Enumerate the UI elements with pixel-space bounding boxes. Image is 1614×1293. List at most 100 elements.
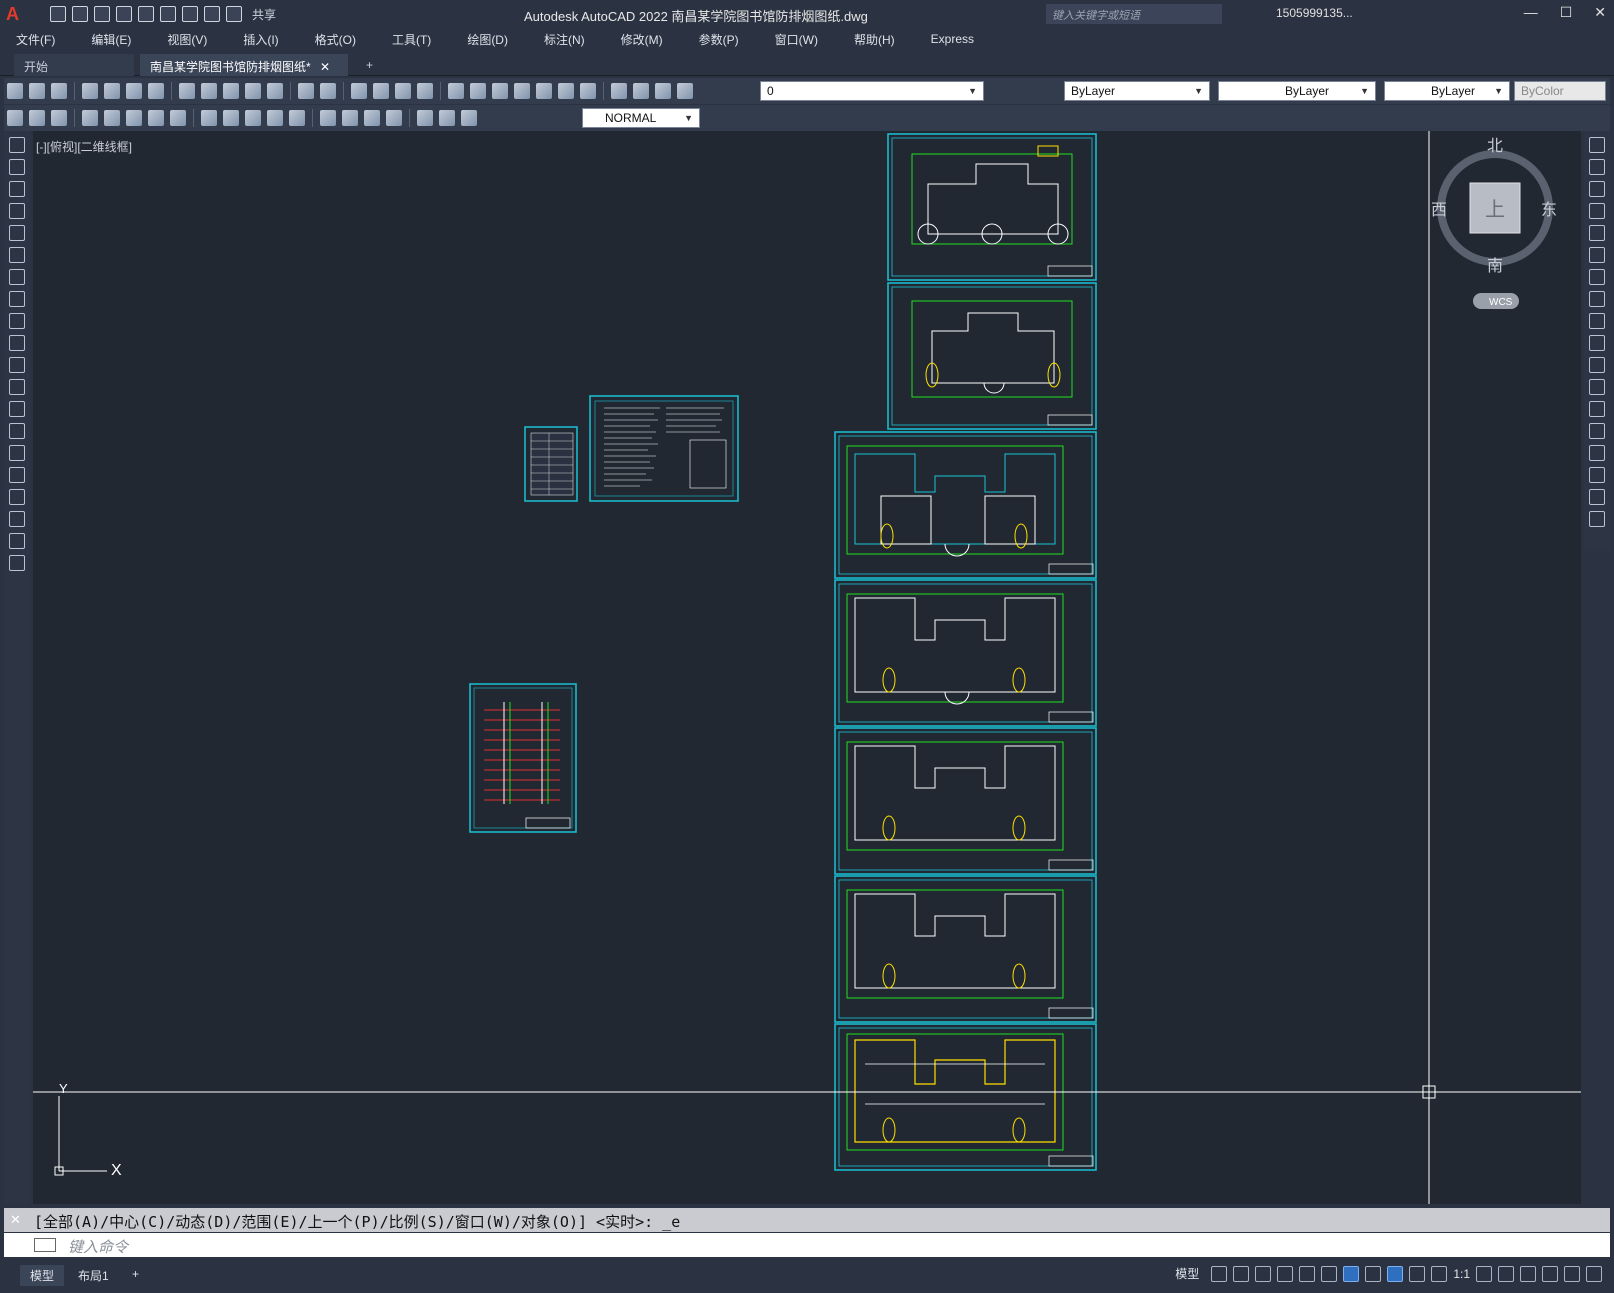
wrench-icon[interactable]: ⚙: [10, 1238, 21, 1252]
layer-dropdown[interactable]: 0 ▼: [760, 81, 984, 101]
sheet-2[interactable]: [887, 282, 1097, 430]
sheet-1[interactable]: [887, 133, 1097, 281]
new-icon[interactable]: [50, 6, 66, 22]
copy-icon[interactable]: [1589, 159, 1605, 175]
extend-icon[interactable]: [1589, 357, 1605, 373]
compass-east[interactable]: 东: [1541, 200, 1557, 219]
line-icon[interactable]: [9, 137, 25, 153]
search-input[interactable]: 键入关键字或短语: [1046, 4, 1222, 24]
make-block-icon[interactable]: [9, 401, 25, 417]
copy-icon[interactable]: [201, 83, 217, 99]
menu-express[interactable]: Express: [913, 32, 992, 46]
save-icon[interactable]: [51, 83, 67, 99]
sheet-set-icon[interactable]: [514, 83, 530, 99]
cut-icon[interactable]: [179, 83, 195, 99]
rotate-icon[interactable]: [1589, 269, 1605, 285]
hardware-acceleration-icon[interactable]: [1520, 1265, 1536, 1282]
open-icon[interactable]: [72, 6, 88, 22]
gear-icon[interactable]: [1476, 1265, 1492, 1282]
dim-linear-icon[interactable]: [7, 110, 23, 126]
menu-edit[interactable]: 编辑(E): [73, 31, 149, 48]
plot-icon[interactable]: [82, 83, 98, 99]
customization-menu-icon[interactable]: [1586, 1265, 1602, 1282]
auto-scale-icon[interactable]: [1409, 1265, 1426, 1282]
lightbulb-icon[interactable]: [633, 83, 649, 99]
save-as-icon[interactable]: [116, 6, 132, 22]
annotation-scale-icon[interactable]: [1431, 1265, 1448, 1282]
circle-icon[interactable]: [9, 269, 25, 285]
snap-icon[interactable]: [1233, 1265, 1250, 1282]
move-icon[interactable]: [1589, 247, 1605, 263]
dim-continue-icon[interactable]: [245, 110, 261, 126]
lineweight-icon[interactable]: [1365, 1265, 1382, 1282]
menu-view[interactable]: 视图(V): [149, 31, 225, 48]
pan-icon[interactable]: [351, 83, 367, 99]
paste-icon[interactable]: [223, 83, 239, 99]
new-tab-button[interactable]: +: [356, 54, 382, 76]
legend-sheet[interactable]: [524, 426, 578, 502]
notes-sheet[interactable]: [589, 395, 739, 502]
dim-ordinate-icon[interactable]: [82, 110, 98, 126]
break-at-point-icon[interactable]: [1589, 379, 1605, 395]
stretch-icon[interactable]: [1589, 313, 1605, 329]
menu-parametric[interactable]: 参数(P): [681, 31, 757, 48]
dim-diameter-icon[interactable]: [148, 110, 164, 126]
annotation-visibility-icon[interactable]: [1387, 1265, 1404, 1282]
lineweight-dropdown[interactable]: ByLayer ▼: [1384, 81, 1510, 101]
block-editor-icon[interactable]: [267, 83, 283, 99]
menu-modify[interactable]: 修改(M): [603, 31, 681, 48]
dim-baseline-icon[interactable]: [223, 110, 239, 126]
match-properties-icon[interactable]: [245, 83, 261, 99]
maximize-icon[interactable]: ☐: [1560, 4, 1573, 21]
zoom-window-icon[interactable]: [395, 83, 411, 99]
close-icon[interactable]: ✕: [1594, 4, 1606, 21]
tab-start[interactable]: 开始: [14, 54, 134, 76]
sheet-3[interactable]: [834, 431, 1097, 579]
revision-cloud-icon[interactable]: [9, 291, 25, 307]
offset-icon[interactable]: [1589, 203, 1605, 219]
open-icon[interactable]: [29, 83, 45, 99]
menu-insert[interactable]: 插入(I): [225, 31, 296, 48]
calculator-icon[interactable]: [558, 83, 574, 99]
markup-icon[interactable]: [536, 83, 552, 99]
add-selected-icon[interactable]: [9, 555, 25, 571]
object-snap-icon[interactable]: [1343, 1265, 1360, 1282]
dim-space-icon[interactable]: [267, 110, 283, 126]
dim-break-icon[interactable]: [289, 110, 305, 126]
menu-dimension[interactable]: 标注(N): [526, 31, 603, 48]
point-icon[interactable]: [9, 423, 25, 439]
3d-print-icon[interactable]: [148, 83, 164, 99]
array-icon[interactable]: [1589, 225, 1605, 241]
drawing-canvas[interactable]: Y X 上 北 南 东 西 WCS: [33, 131, 1581, 1204]
ortho-icon[interactable]: [1255, 1265, 1272, 1282]
tool-palettes-icon[interactable]: [492, 83, 508, 99]
isodraft-icon[interactable]: [1299, 1265, 1316, 1282]
dim-edit-icon[interactable]: [417, 110, 433, 126]
erase-icon[interactable]: [1589, 137, 1605, 153]
tab-drawing[interactable]: 南昌某学院图书馆防排烟图纸* ✕: [140, 54, 348, 76]
sheet-4[interactable]: [834, 579, 1097, 727]
polygon-icon[interactable]: [9, 203, 25, 219]
center-mark-icon[interactable]: [342, 110, 358, 126]
viewcube-face-label[interactable]: 上: [1485, 197, 1505, 221]
dim-text-edit-icon[interactable]: [439, 110, 455, 126]
sheet-7[interactable]: [834, 1023, 1097, 1171]
recent-commands-icon[interactable]: [34, 1238, 56, 1252]
layer-properties-icon[interactable]: [611, 83, 627, 99]
trim-icon[interactable]: [1589, 335, 1605, 351]
redo-icon[interactable]: [226, 6, 242, 22]
menu-draw[interactable]: 绘图(D): [449, 31, 526, 48]
polar-icon[interactable]: [1277, 1265, 1294, 1282]
table-icon[interactable]: [9, 511, 25, 527]
quick-dim-icon[interactable]: [201, 110, 217, 126]
undo-icon[interactable]: [204, 6, 220, 22]
gradient-icon[interactable]: [9, 467, 25, 483]
riser-diagram-sheet[interactable]: [469, 683, 577, 833]
dim-aligned-icon[interactable]: [29, 110, 45, 126]
undo-icon[interactable]: [298, 83, 314, 99]
region-icon[interactable]: [9, 489, 25, 505]
menu-tools[interactable]: 工具(T): [374, 31, 449, 48]
rectangle-icon[interactable]: [9, 225, 25, 241]
fillet-icon[interactable]: [1589, 467, 1605, 483]
blend-icon[interactable]: [1589, 489, 1605, 505]
